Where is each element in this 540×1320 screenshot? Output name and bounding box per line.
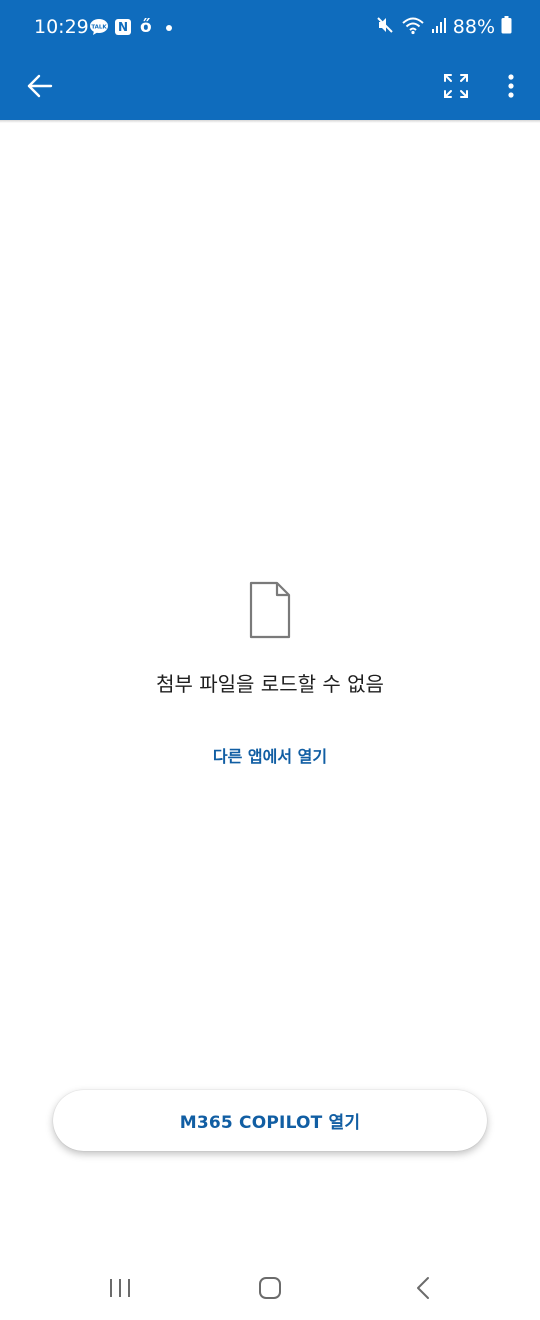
empty-state: 첨부 파일을 로드할 수 없음 다른 앱에서 열기 (0, 580, 540, 768)
fullscreen-button[interactable] (434, 66, 478, 110)
kakaotalk-icon: TALK (89, 17, 109, 37)
notification-app-icon: ő (140, 17, 152, 37)
nav-back-icon (415, 1276, 431, 1304)
app-bar-shadow (0, 120, 540, 123)
open-copilot-label: M365 COPILOT 열기 (179, 1113, 361, 1133)
open-in-other-app-link[interactable]: 다른 앱에서 열기 (213, 746, 327, 768)
more-options-button[interactable] (489, 66, 533, 110)
svg-text:TALK: TALK (91, 25, 107, 31)
home-icon (258, 1276, 282, 1304)
home-button[interactable] (240, 1268, 300, 1312)
document-icon (249, 581, 291, 639)
fullscreen-icon (443, 73, 469, 103)
battery-percentage: 88% (452, 16, 495, 38)
naver-icon: N (115, 19, 131, 35)
signal-icon (431, 16, 447, 38)
recents-button[interactable] (90, 1268, 150, 1312)
arrow-back-icon (26, 72, 54, 104)
more-vertical-icon (507, 73, 515, 103)
mute-icon (375, 15, 395, 39)
status-time: 10:29 (34, 16, 89, 38)
load-error-message: 첨부 파일을 로드할 수 없음 (156, 672, 384, 696)
back-button[interactable] (18, 66, 62, 110)
recents-icon (108, 1277, 132, 1303)
nav-back-button[interactable] (393, 1268, 453, 1312)
status-bar: 10:29 TALK N ő 88% (0, 0, 540, 56)
open-copilot-button[interactable]: M365 COPILOT 열기 (53, 1090, 487, 1151)
more-notifications-dot (166, 25, 172, 31)
app-bar (0, 56, 540, 120)
status-icons: 88% (375, 15, 512, 39)
battery-icon (501, 16, 512, 38)
wifi-icon (401, 15, 425, 39)
system-nav-bar (0, 1260, 540, 1320)
